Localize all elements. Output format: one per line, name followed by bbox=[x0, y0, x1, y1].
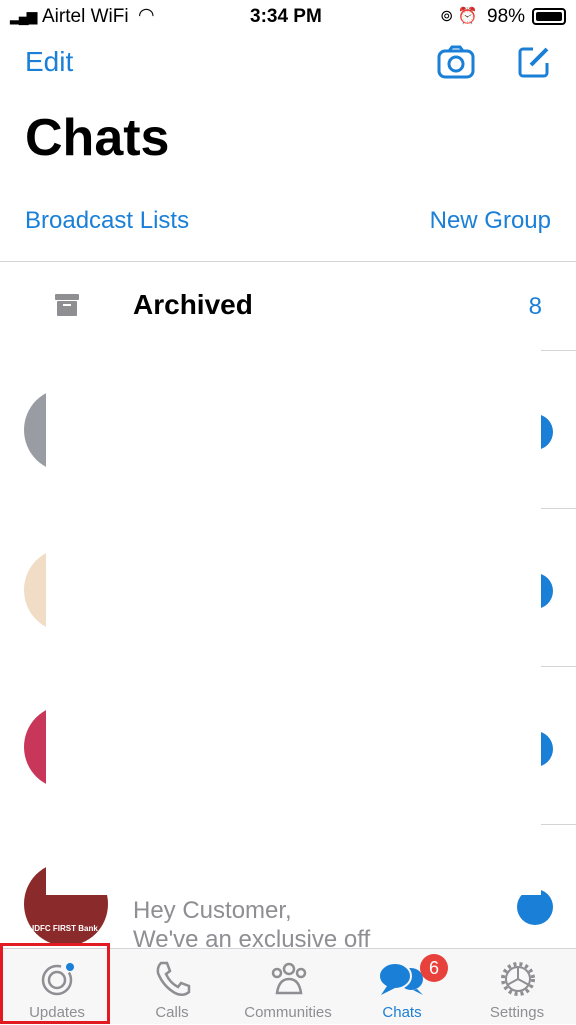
divider bbox=[541, 350, 576, 351]
alarm-icon: ⊚ ⏰ bbox=[440, 8, 478, 25]
chats-unread-badge: 6 bbox=[420, 954, 448, 982]
highlight-box bbox=[0, 943, 110, 1024]
page-title: Chats bbox=[25, 109, 170, 167]
communities-icon bbox=[271, 962, 307, 995]
archived-count: 8 bbox=[528, 293, 542, 320]
battery-percent: 98% bbox=[487, 6, 526, 27]
gear-icon bbox=[501, 962, 535, 996]
tab-label: Chats bbox=[382, 1004, 422, 1021]
archived-label: Archived bbox=[133, 289, 253, 320]
broadcast-lists-link[interactable]: Broadcast Lists bbox=[25, 207, 189, 235]
chat-preview-line1: Hey Customer, bbox=[133, 897, 292, 924]
tab-label: Calls bbox=[155, 1004, 189, 1021]
tab-label: Settings bbox=[489, 1004, 545, 1021]
phone-icon bbox=[156, 961, 191, 996]
new-group-link[interactable]: New Group bbox=[430, 207, 551, 235]
overlay-panel bbox=[46, 350, 541, 895]
carrier: Airtel WiFi bbox=[42, 6, 129, 27]
archive-icon bbox=[55, 294, 79, 316]
divider bbox=[541, 824, 576, 825]
tab-settings[interactable]: Settings bbox=[462, 949, 572, 1025]
tab-calls[interactable]: Calls bbox=[117, 949, 227, 1025]
edit-button[interactable]: Edit bbox=[25, 46, 73, 78]
divider bbox=[541, 666, 576, 667]
archived-row[interactable]: Archived 8 bbox=[0, 262, 576, 350]
camera-icon[interactable] bbox=[437, 45, 475, 79]
avatar-logo-text: IDFC FIRST Bank bbox=[32, 924, 98, 933]
status-bar: ▂▄▆ Airtel WiFi ◠ 3:34 PM ⊚ ⏰ 98% bbox=[0, 0, 576, 34]
tab-communities[interactable]: Communities bbox=[233, 949, 343, 1025]
divider bbox=[541, 508, 576, 509]
compose-icon[interactable] bbox=[517, 45, 551, 79]
signal-icon: ▂▄▆ bbox=[10, 8, 37, 24]
tab-label: Communities bbox=[244, 1004, 332, 1021]
wifi-icon: ◠ bbox=[138, 5, 155, 26]
battery-icon bbox=[532, 8, 566, 25]
clock: 3:34 PM bbox=[250, 6, 322, 27]
